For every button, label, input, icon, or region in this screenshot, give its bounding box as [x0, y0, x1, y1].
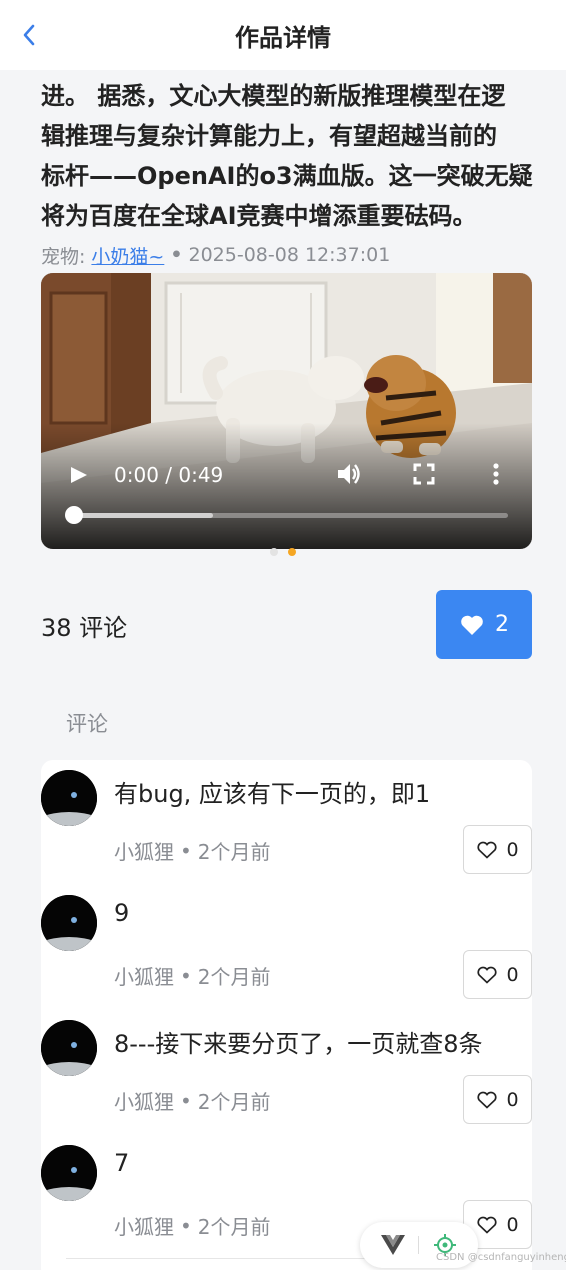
comment-time: 2个月前 — [197, 840, 271, 864]
separator-dot: • — [180, 963, 192, 988]
comment-like-count: 0 — [506, 1088, 519, 1111]
article-body: 进。 据悉，文心大模型的新版推理模型在逻 辑推理与复杂计算能力上，有望超越当前的… — [41, 76, 536, 236]
watermark: CSDN @csdnfanguyinheng — [436, 1252, 566, 1263]
comments-section-title: 评论 — [66, 712, 108, 736]
like-button[interactable]: 2 — [436, 590, 532, 659]
like-count: 2 — [495, 612, 509, 637]
avatar-image — [41, 895, 97, 951]
comment-meta: 小狐狸 • 2个月前 — [114, 1211, 271, 1240]
carousel-dot[interactable] — [270, 548, 278, 556]
comment-text: 9 — [114, 899, 130, 927]
top-nav-bar: 作品详情 — [0, 0, 566, 70]
comment-like-count: 0 — [506, 963, 519, 986]
heart-outline-icon — [477, 1091, 498, 1109]
category-label: 宠物: — [41, 245, 86, 268]
comment-time: 2个月前 — [197, 965, 271, 989]
avatar[interactable] — [41, 770, 97, 826]
comment-item: 9 小狐狸 • 2个月前 0 — [41, 885, 532, 1010]
avatar[interactable] — [41, 1020, 97, 1076]
separator-dot: • — [180, 838, 192, 863]
carousel-dot[interactable] — [288, 548, 296, 556]
author-link[interactable]: 小奶猫~ — [91, 242, 164, 269]
comment-like-button[interactable]: 0 — [463, 825, 532, 874]
article-line: 进。 据悉，文心大模型的新版推理模型在逻 — [41, 82, 506, 110]
fullscreen-button[interactable] — [411, 461, 437, 487]
toolbar-divider — [418, 1236, 420, 1254]
heart-outline-icon — [477, 1216, 498, 1234]
volume-icon — [338, 464, 360, 484]
comment-user[interactable]: 小狐狸 — [114, 836, 174, 865]
comment-meta: 小狐狸 • 2个月前 — [114, 836, 271, 865]
play-button[interactable] — [65, 461, 91, 489]
comment-text: 7 — [114, 1149, 130, 1177]
article-line: 标杆——OpenAI的o3满血版。这一突破无疑 — [41, 162, 533, 190]
heart-outline-icon — [477, 841, 498, 859]
comment-time: 2个月前 — [197, 1090, 271, 1114]
avatar[interactable] — [41, 1145, 97, 1201]
article-line: 将为百度在全球AI竞赛中增添重要砝码。 — [41, 202, 477, 230]
comment-item: 有bug, 应该有下一页的，即1 小狐狸 • 2个月前 0 — [41, 760, 532, 885]
more-options-button[interactable] — [483, 461, 509, 487]
comment-time: 2个月前 — [197, 1215, 271, 1239]
comment-item: 8---接下来要分页了，一页就查8条 小狐狸 • 2个月前 0 — [41, 1010, 532, 1135]
separator-dot: • — [180, 1088, 192, 1113]
comment-like-count: 0 — [506, 1213, 519, 1236]
comment-text: 8---接下来要分页了，一页就查8条 — [114, 1030, 483, 1058]
comment-count: 38 评论 — [41, 614, 128, 642]
comment-text: 有bug, 应该有下一页的，即1 — [114, 780, 431, 808]
comment-like-button[interactable]: 0 — [463, 950, 532, 999]
heart-outline-icon — [477, 966, 498, 984]
chevron-left-icon — [23, 24, 35, 46]
video-progress-bar[interactable] — [74, 513, 508, 518]
back-button[interactable] — [14, 20, 44, 50]
page-title: 作品详情 — [235, 23, 331, 52]
avatar[interactable] — [41, 895, 97, 951]
avatar-image — [41, 1145, 97, 1201]
vue-logo-icon[interactable] — [380, 1235, 405, 1255]
more-vertical-icon — [493, 463, 499, 485]
carousel-indicator — [270, 548, 296, 556]
video-time: 0:00 / 0:49 — [114, 463, 224, 487]
volume-button[interactable] — [334, 459, 364, 489]
post-meta: 宠物: 小奶猫~ • 2025-08-08 12:37:01 — [41, 240, 390, 270]
video-player[interactable]: 0:00 / 0:49 — [41, 273, 532, 549]
play-icon — [71, 467, 87, 483]
comment-user[interactable]: 小狐狸 — [114, 1211, 174, 1240]
separator-dot: • — [180, 1213, 192, 1238]
comment-list: 有bug, 应该有下一页的，即1 小狐狸 • 2个月前 0 9 小狐狸 • 2个月前 0 8---接… — [41, 760, 532, 1270]
separator-dot: • — [170, 244, 183, 266]
avatar-image — [41, 1020, 97, 1076]
comment-meta: 小狐狸 • 2个月前 — [114, 1086, 271, 1115]
progress-buffered — [74, 513, 213, 518]
article-line: 辑推理与复杂计算能力上，有望超越当前的 — [41, 122, 497, 150]
comment-user[interactable]: 小狐狸 — [114, 1086, 174, 1115]
avatar-image — [41, 770, 97, 826]
progress-thumb[interactable] — [65, 506, 83, 524]
comment-user[interactable]: 小狐狸 — [114, 961, 174, 990]
post-datetime: 2025-08-08 12:37:01 — [188, 244, 391, 266]
fullscreen-icon — [413, 463, 435, 485]
comment-like-count: 0 — [506, 838, 519, 861]
comment-like-button[interactable]: 0 — [463, 1075, 532, 1124]
comment-meta: 小狐狸 • 2个月前 — [114, 961, 271, 990]
heart-icon — [461, 615, 483, 635]
